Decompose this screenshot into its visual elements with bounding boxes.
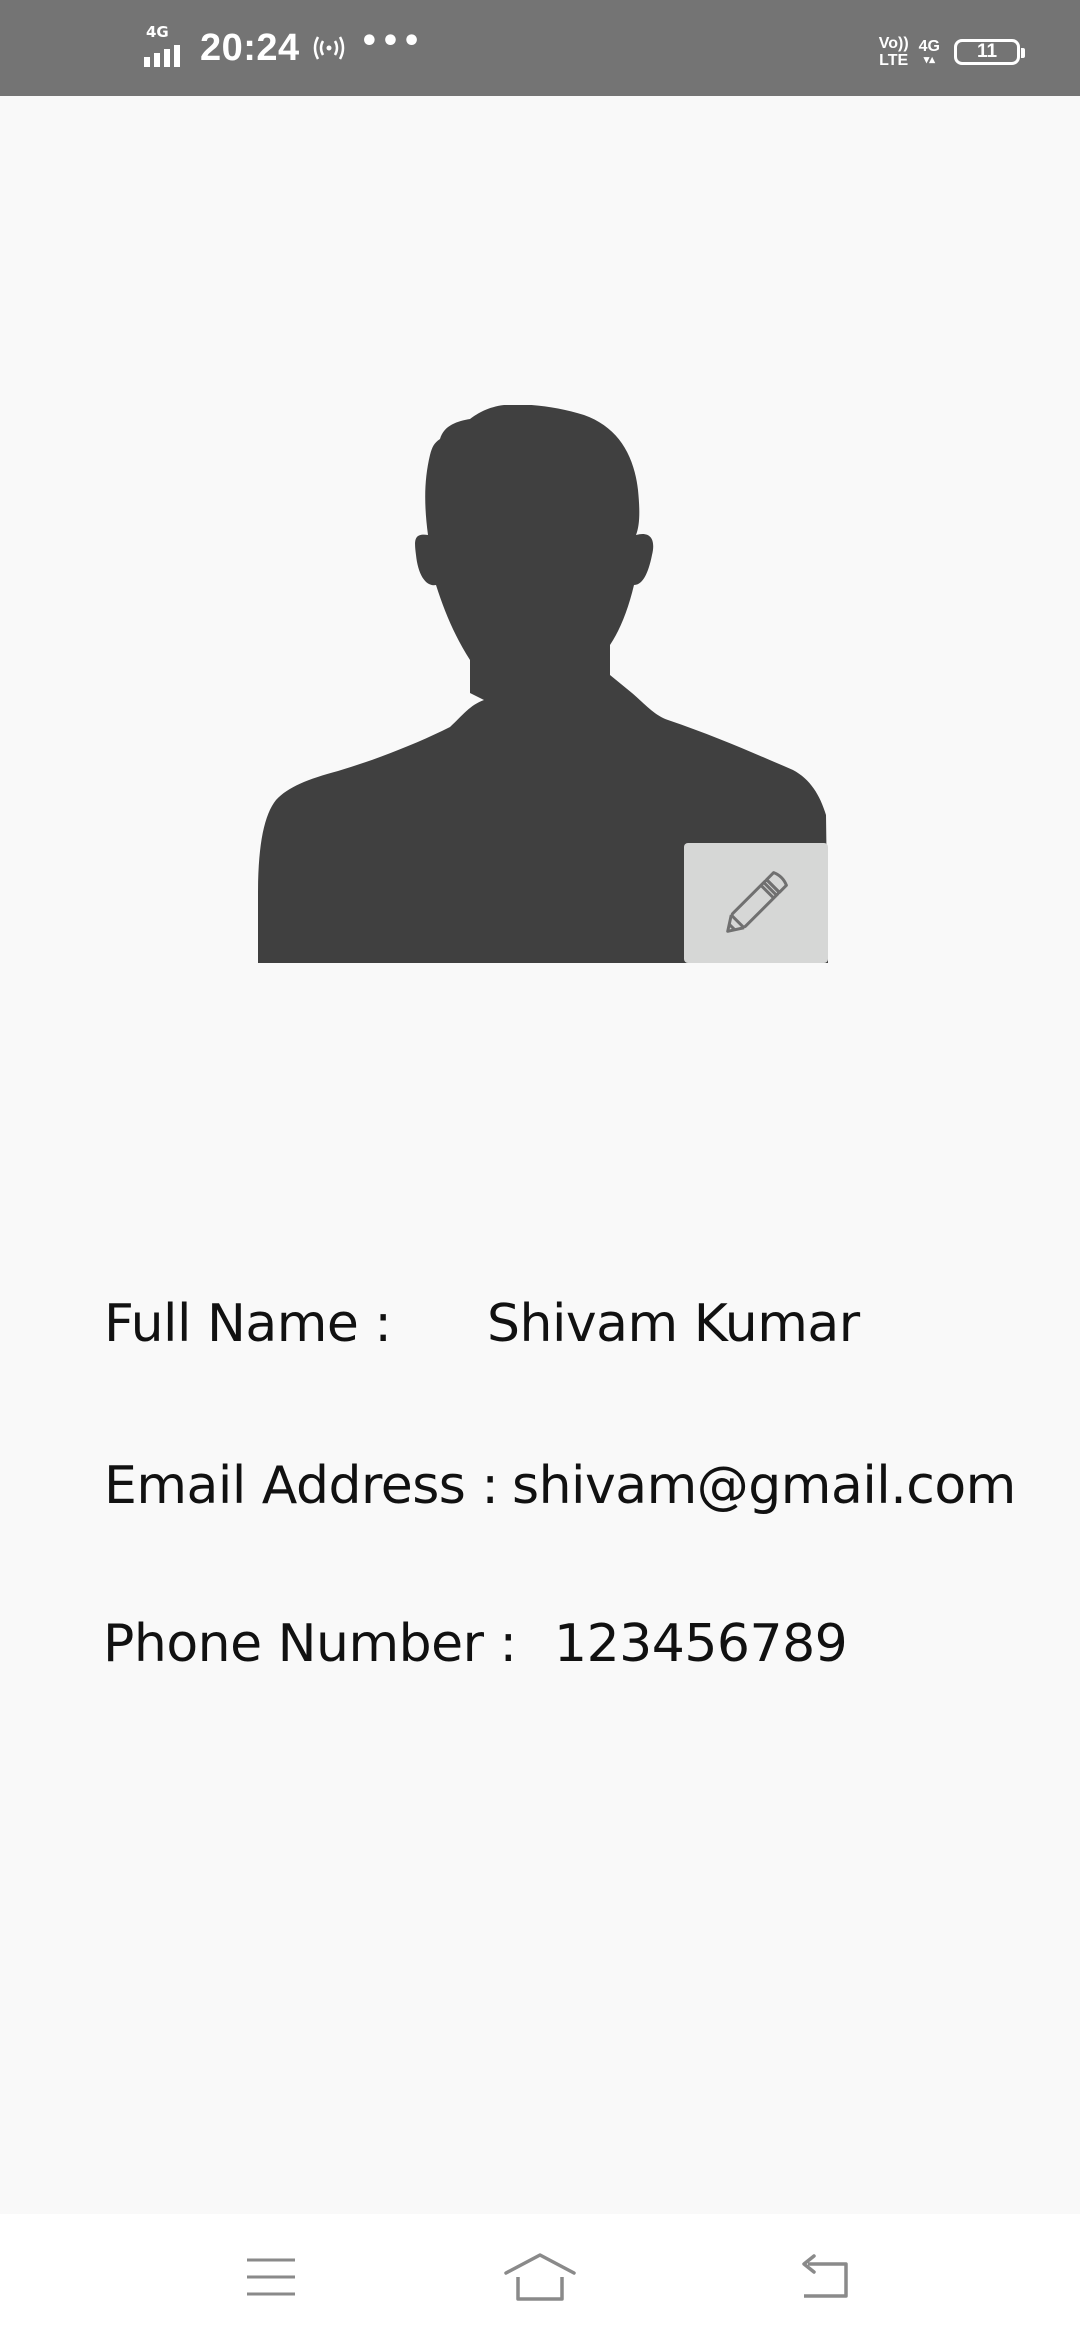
volte-icon: Vo)) LTE (879, 35, 909, 69)
nav-menu-button[interactable] (231, 2244, 311, 2310)
status-bar: 4G 20:24 ••• Vo)) LTE 4G ▾▴ 11 (0, 0, 1080, 96)
hotspot-icon (313, 36, 344, 60)
email-label: Email Address : (104, 1456, 499, 1516)
profile-info: Full Name : Shivam Kumar Email Address :… (0, 0, 1080, 2340)
volte-bottom-label: LTE (879, 52, 909, 69)
cellular-signal-icon: 4G (144, 25, 190, 71)
status-right-group: Vo)) LTE 4G ▾▴ 11 (879, 24, 1025, 80)
status-time: 20:24 (200, 26, 300, 69)
nav-home-button[interactable] (500, 2244, 580, 2310)
email-value: shivam@gmail.com (512, 1456, 1016, 1516)
system-navigation-bar (0, 2214, 1080, 2340)
status-left-group: 4G 20:24 ••• (144, 20, 423, 76)
pencil-icon (726, 871, 788, 933)
more-notifications-icon: ••• (359, 24, 424, 59)
full-name-value: Shivam Kumar (487, 1294, 860, 1354)
back-icon (802, 2254, 848, 2298)
menu-icon (247, 2258, 295, 2296)
home-icon (504, 2253, 576, 2301)
network-type-label: 4G (146, 23, 169, 41)
full-name-label: Full Name : (104, 1294, 392, 1354)
network-4g-label: 4G (918, 37, 940, 55)
phone-value: 123456789 (554, 1614, 848, 1674)
edit-photo-button[interactable] (684, 843, 828, 963)
network-4g-icon: 4G ▾▴ (918, 37, 940, 66)
volte-top-label: Vo)) (878, 35, 909, 52)
battery-icon: 11 (954, 39, 1025, 65)
nav-back-button[interactable] (784, 2244, 864, 2310)
phone-label: Phone Number : (103, 1614, 517, 1674)
battery-level: 11 (976, 41, 998, 62)
